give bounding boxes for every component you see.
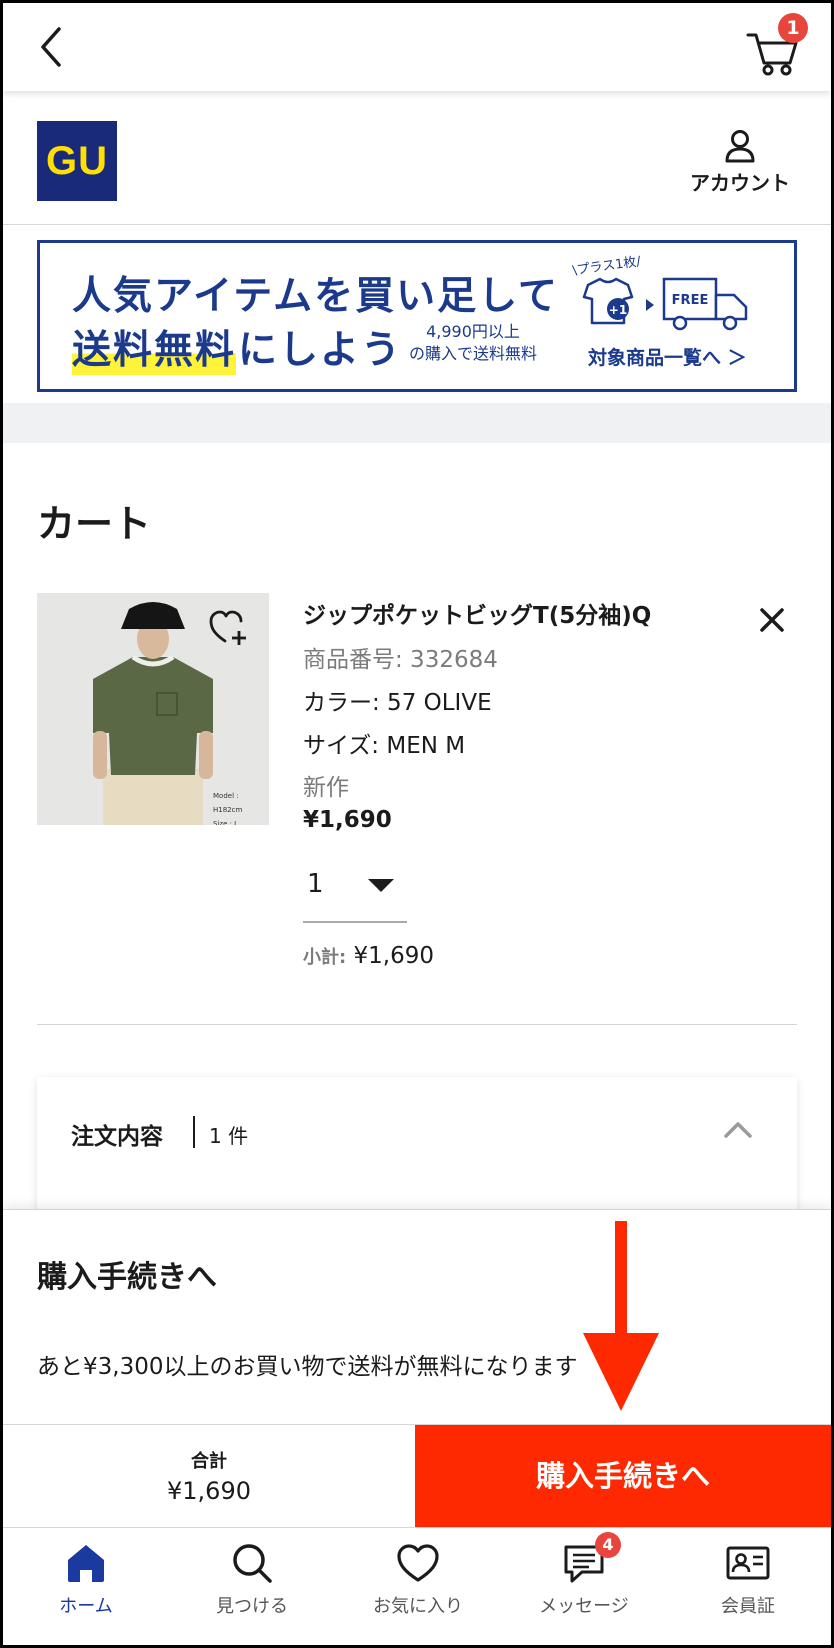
product-name[interactable]: ジップポケットビッグT(5分袖)Q (303, 596, 651, 630)
nav-favorites-label: お気に入り (373, 1596, 463, 1617)
nav-messages-label: メッセージ (539, 1596, 629, 1617)
back-button[interactable] (33, 25, 73, 69)
member-card-icon (726, 1546, 770, 1580)
subtotal-value: ¥1,690 (353, 943, 434, 969)
product-size: サイズ: MEN M (303, 733, 466, 759)
section-spacer (3, 403, 831, 443)
chevron-left-icon (41, 27, 61, 67)
account-button[interactable]: アカウント (685, 129, 795, 199)
remove-item-button[interactable] (755, 603, 789, 637)
checkout-panel: 購入手続きへ あと¥3,300以上のお買い物で送料が無料になります (3, 1209, 831, 1427)
chevron-up-icon[interactable] (723, 1119, 753, 1139)
message-count-badge: 4 (595, 1532, 621, 1558)
nav-home-label: ホーム (59, 1596, 113, 1617)
nav-messages[interactable]: 4 メッセージ (501, 1532, 667, 1632)
gu-logo[interactable]: GU (37, 121, 117, 201)
cart-button[interactable]: 1 (746, 13, 808, 77)
quantity-select[interactable]: 1 (303, 859, 407, 923)
title-separator (193, 1116, 195, 1148)
user-icon (725, 130, 755, 163)
cart-title: カート (37, 502, 152, 546)
banner-headline-1: 人気アイテムを買い足して (72, 274, 559, 319)
order-item-count: 1 件 (209, 1124, 249, 1148)
checkout-action-bar: 合計 ¥1,690 購入手続きへ (3, 1424, 831, 1528)
total-value: ¥1,690 (167, 1477, 251, 1505)
nav-home[interactable]: ホーム (3, 1542, 169, 1632)
tshirt-truck-icon: +1 FREE (582, 277, 748, 331)
divider (37, 1024, 797, 1025)
svg-text:FREE: FREE (672, 293, 709, 308)
free-shipping-message: あと¥3,300以上のお買い物で送料が無料になります (37, 1354, 578, 1380)
total-label: 合計 (191, 1451, 227, 1472)
quantity-value: 1 (307, 869, 324, 899)
proceed-to-checkout-button[interactable]: 購入手続きへ (415, 1425, 831, 1528)
nav-member-card[interactable]: 会員証 (665, 1542, 831, 1632)
nav-discover-label: 見つける (216, 1596, 288, 1617)
product-number: 商品番号: 332684 (303, 647, 498, 673)
account-label: アカウント (690, 171, 790, 195)
subtotal-label: 小計: (303, 947, 347, 968)
bottom-navigation: ホーム 見つける お気に入り 4 メッセージ 会員証 (3, 1527, 831, 1645)
search-icon (233, 1544, 272, 1583)
free-shipping-banner[interactable]: 人気アイテムを買い足して 送料無料 にしよう 4,990円以上 の購入で送料無料… (37, 240, 797, 392)
svg-text:+1: +1 (609, 303, 627, 317)
heart-plus-icon (209, 610, 246, 645)
close-icon (760, 608, 784, 632)
banner-link[interactable]: 対象商品一覧へ ＞ (588, 343, 747, 370)
banner-condition: 4,990円以上 の購入で送料無料 (408, 322, 537, 363)
top-bar: 1 (3, 3, 831, 91)
nav-discover[interactable]: 見つける (169, 1542, 335, 1632)
product-price: ¥1,690 (303, 807, 392, 833)
site-header: GU アカウント (3, 91, 831, 225)
down-arrow-annotation-icon (583, 1221, 659, 1411)
dropdown-arrow-icon (368, 879, 394, 892)
cart-count-badge: 1 (778, 13, 808, 43)
home-icon (68, 1545, 104, 1582)
app-screen: 1 GU アカウント 人気アイテムを買い足して 送料無料 にしよう 4,990円… (3, 3, 831, 1645)
product-color: カラー: 57 OLIVE (303, 690, 492, 716)
product-image[interactable]: Model : H182cm Size : L (37, 593, 269, 825)
new-item-tag: 新作 (303, 775, 349, 801)
order-total: 合計 ¥1,690 (3, 1425, 415, 1528)
item-subtotal: 小計: ¥1,690 (303, 943, 434, 969)
nav-member-card-label: 会員証 (721, 1596, 775, 1617)
add-to-favorites-button[interactable] (209, 609, 251, 649)
banner-highlight: 送料無料 (72, 319, 237, 375)
order-summary-title: 注文内容 (71, 1124, 163, 1150)
banner-headline-2: にしよう (238, 328, 403, 373)
heart-icon (397, 1544, 439, 1582)
checkout-title: 購入手続きへ (37, 1260, 217, 1295)
nav-favorites[interactable]: お気に入り (335, 1542, 501, 1632)
image-caption: Model : H182cm Size : L (213, 792, 243, 825)
